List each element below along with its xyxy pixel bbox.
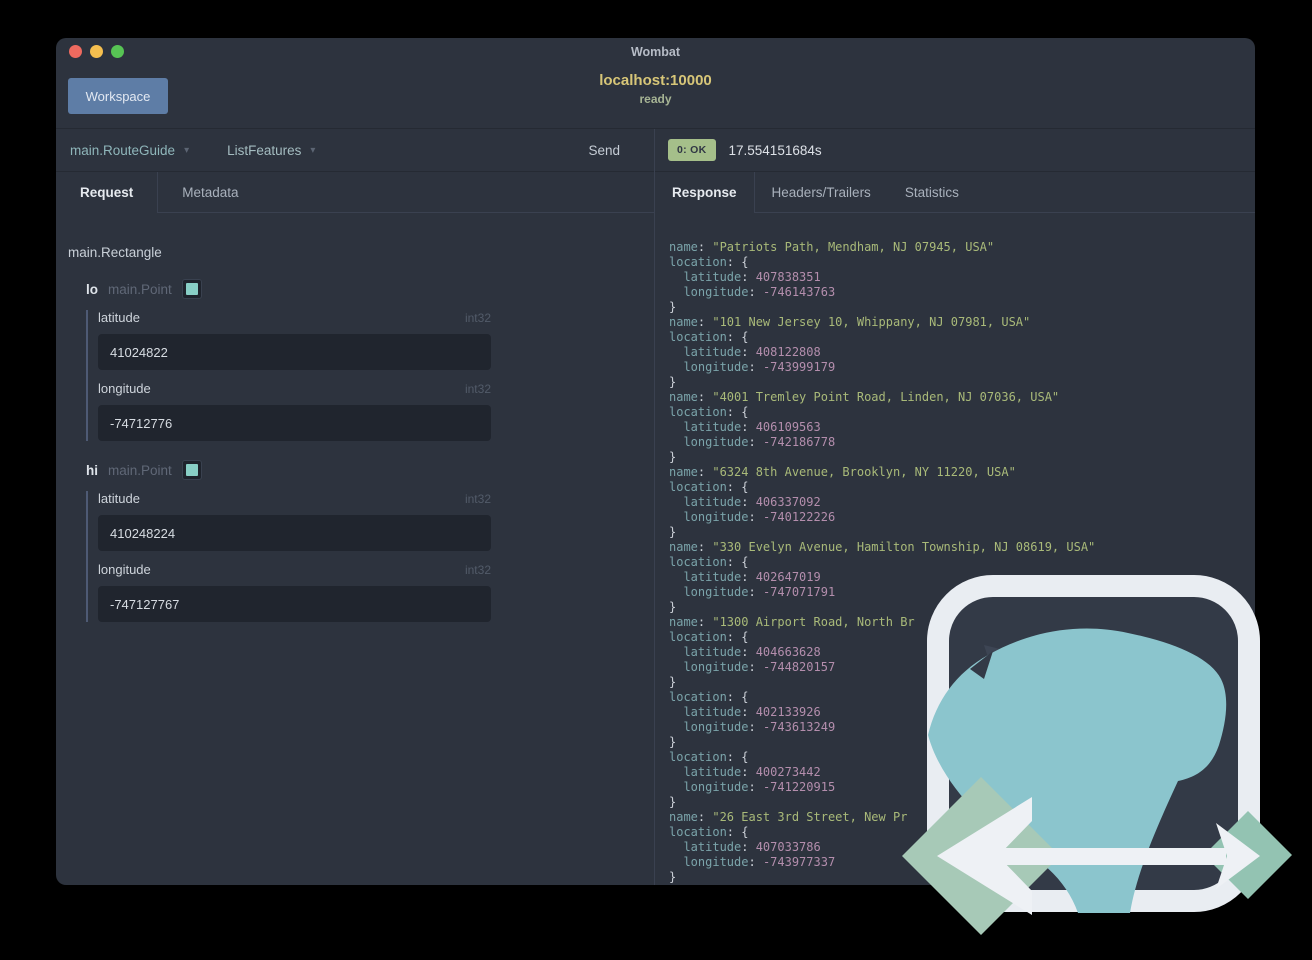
close-window-icon[interactable] [69,45,82,58]
field-label: longitude [98,562,151,577]
field-label: latitude [98,310,140,325]
field-kind: int32 [464,492,491,506]
title-bar: Wombat [56,38,1255,66]
method-select[interactable]: ListFeatures ▾ [227,143,315,158]
tab-request[interactable]: Request [56,172,159,213]
response-output: name: "Patriots Path, Mendham, NJ 07945,… [669,240,1096,884]
field-checkbox[interactable] [181,460,202,480]
tab-statistics[interactable]: Statistics [888,172,976,212]
latitude-input[interactable] [98,515,491,551]
response-tabs: Response Headers/Trailers Statistics [655,172,1255,213]
request-duration: 17.554151684s [728,142,822,158]
request-tabs: Request Metadata [56,172,654,213]
field-label-row: latitude int32 [98,491,491,506]
request-pane: main.RouteGuide ▾ ListFeatures ▾ Send Re… [56,129,655,885]
service-select-value: main.RouteGuide [70,142,176,158]
chevron-down-icon: ▾ [310,144,316,156]
latitude-input[interactable] [98,334,491,370]
field-label-row: latitude int32 [98,310,491,325]
server-address: localhost:10000 [599,72,712,89]
window-controls [69,45,124,58]
checkbox-check-icon [185,283,198,295]
field-checkbox[interactable] [181,279,202,299]
send-button[interactable]: Send [588,143,620,158]
response-pane: 0: OK 17.554151684s Response Headers/Tra… [655,129,1255,885]
longitude-input[interactable] [98,586,491,622]
field-group-lo: lo main.Point [86,279,491,299]
field-kind: int32 [464,311,491,325]
field-kind: int32 [464,563,491,577]
tab-response[interactable]: Response [655,172,755,213]
field-label-row: longitude int32 [98,562,491,577]
minimize-window-icon[interactable] [90,45,103,58]
tab-metadata[interactable]: Metadata [158,172,262,212]
method-select-value: ListFeatures [227,142,302,158]
response-content: name: "Patriots Path, Mendham, NJ 07945,… [655,213,1255,885]
zoom-window-icon[interactable] [111,45,124,58]
request-toolbar: main.RouteGuide ▾ ListFeatures ▾ Send [56,129,654,172]
field-label: longitude [98,381,151,396]
response-toolbar: 0: OK 17.554151684s [655,129,1255,172]
request-form: main.Rectangle lo main.Point latitude in… [56,213,654,885]
field-type: main.Point [108,281,172,297]
field-type: main.Point [108,462,172,478]
wombat-window: Wombat Workspace localhost:10000 ready m… [56,38,1255,885]
checkbox-check-icon [185,464,198,476]
chevron-down-icon: ▾ [184,144,190,156]
field-label: latitude [98,491,140,506]
field-name: lo [86,281,98,297]
field-name: hi [86,462,98,478]
service-select[interactable]: main.RouteGuide ▾ [70,143,189,158]
field-label-row: longitude int32 [98,381,491,396]
longitude-input[interactable] [98,405,491,441]
status-badge: 0: OK [668,139,716,161]
window-title: Wombat [630,45,681,59]
connection-info: localhost:10000 ready [56,72,1255,106]
field-kind: int32 [464,382,491,396]
tab-headers-trailers[interactable]: Headers/Trailers [755,172,888,212]
field-group-hi: hi main.Point [86,460,491,480]
message-type-label: main.Rectangle [68,245,162,260]
connection-status: ready [639,92,672,106]
connection-header: Workspace localhost:10000 ready [56,66,1255,129]
